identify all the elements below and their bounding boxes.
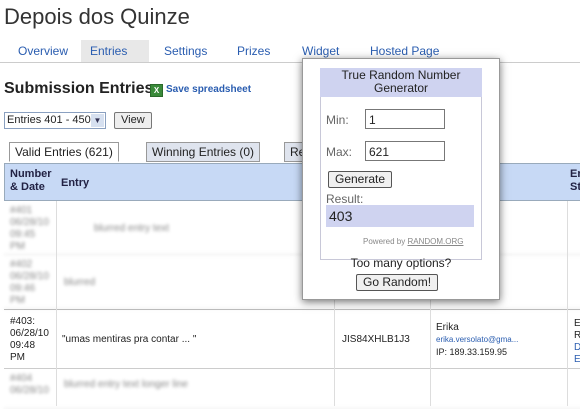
table-row-highlighted[interactable]: #403: 06/28/10 09:48 PM "umas mentiras p… (4, 309, 580, 369)
section-title: Submission Entries (4, 80, 154, 97)
tab-overview[interactable]: Overview (10, 40, 76, 62)
tab-winning-entries[interactable]: Winning Entries (0) (146, 142, 261, 162)
min-label: Min: (326, 113, 349, 127)
row-date: 06/28/10 (10, 328, 49, 339)
row-number: #403: (10, 316, 36, 327)
powered-by-text: Powered by (363, 237, 406, 246)
row-user: Erika erika.versolato@gma... IP: 189.33.… (436, 322, 518, 358)
row-number-date: #402 06/28/10 09:46 PM (10, 259, 49, 306)
table-row[interactable]: #404 06/28/10 blurred entry text longer … (4, 369, 580, 409)
header-entry: Entry (61, 177, 90, 189)
row-status-3[interactable]: Di (574, 342, 580, 354)
view-button[interactable]: View (114, 112, 152, 129)
row-number-date: #403: 06/28/10 09:48 PM (10, 316, 49, 364)
header-number-date: Number & Date (10, 168, 52, 193)
row-ampm: PM (10, 352, 25, 363)
entries-range-value: Entries 401 - 450 (7, 114, 91, 126)
row-user-ip: IP: 189.33.159.95 (436, 347, 508, 357)
row-user-name: Erika (436, 322, 459, 333)
row-entry: blurred (64, 277, 96, 288)
chevron-down-icon: ▼ (91, 114, 104, 127)
row-entry: "umas mentiras pra contar ... " (62, 334, 197, 345)
row-status-1: Er (574, 318, 580, 329)
header-status: Er St (570, 168, 580, 193)
save-spreadsheet-link[interactable]: X Save spreadsheet (150, 84, 251, 97)
row-time: 09:48 (10, 340, 36, 351)
tab-settings[interactable]: Settings (156, 40, 215, 62)
tab-entries[interactable]: Entries (81, 40, 149, 62)
min-input[interactable]: 1 (365, 109, 445, 129)
tab-prizes[interactable]: Prizes (229, 40, 278, 62)
row-code: JIS84XHLB1J3 (342, 334, 410, 345)
tab-valid-entries[interactable]: Valid Entries (621) (9, 142, 119, 162)
save-spreadsheet-label: Save spreadsheet (166, 84, 252, 95)
max-label: Max: (326, 145, 353, 159)
result-label: Result: (326, 192, 364, 206)
app-title: Depois dos Quinze (4, 4, 190, 29)
row-status-2: R (574, 330, 580, 341)
random-number-popup: True Random Number Generator Min: 1 Max:… (302, 58, 500, 300)
random-org-link[interactable]: RANDOM.ORG (407, 237, 463, 246)
entries-range-select[interactable]: Entries 401 - 450 ▼ (4, 112, 106, 129)
row-status: Er R Di Er (574, 318, 580, 366)
generate-button[interactable]: Generate (328, 171, 393, 188)
powered-by: Powered by RANDOM.ORG (363, 237, 463, 246)
too-many-options-text: Too many options? (350, 256, 452, 270)
row-number-date: #401 06/28/10 09:45 PM (10, 205, 49, 252)
row-entry: blurred entry text longer line (64, 379, 188, 390)
max-input[interactable]: 621 (365, 141, 445, 161)
row-entry: blurred entry text (94, 223, 170, 234)
row-status-4[interactable]: Er (574, 354, 580, 366)
rng-title: True Random Number Generator (320, 68, 482, 97)
column-divider (567, 201, 568, 406)
row-number-date: #404 06/28/10 (10, 373, 49, 396)
result-value: 403 (326, 205, 474, 227)
go-random-button[interactable]: Go Random! (356, 274, 439, 291)
row-user-email[interactable]: erika.versolato@gma... (436, 334, 518, 346)
column-divider (56, 201, 57, 406)
excel-icon: X (150, 84, 163, 97)
